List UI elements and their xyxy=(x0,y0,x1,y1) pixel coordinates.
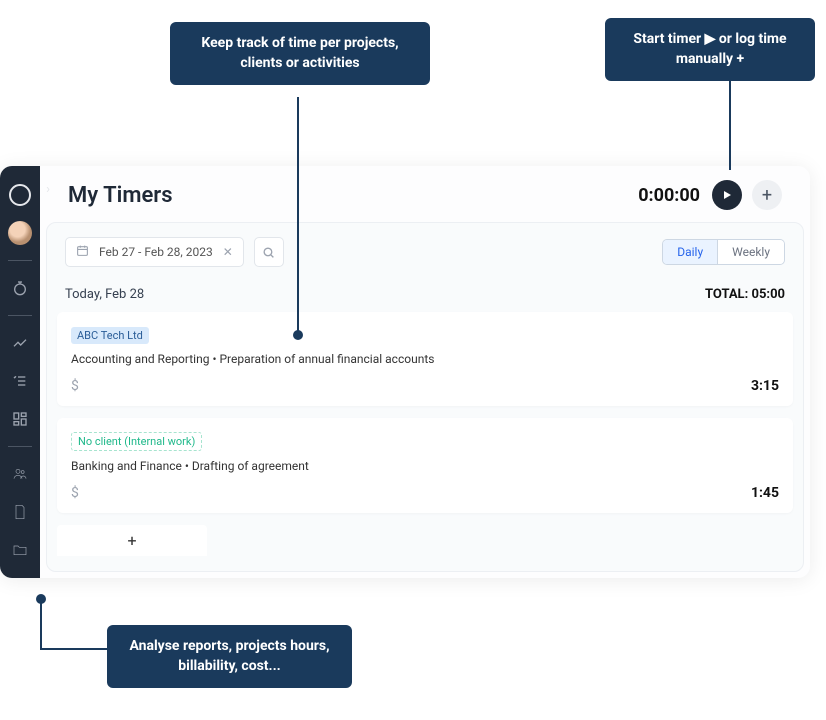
entry-duration: 3:15 xyxy=(751,378,779,394)
day-total: TOTAL: 05:00 xyxy=(705,287,785,302)
annotation-bottom: Analyse reports, projects hours, billabi… xyxy=(107,625,352,688)
add-row-button[interactable]: + xyxy=(57,525,207,556)
anno-line-3v xyxy=(40,598,42,650)
app-window: › My Timers 0:00:00 xyxy=(0,166,810,578)
view-toggle-daily[interactable]: Daily xyxy=(663,240,717,264)
page-title: My Timers xyxy=(68,183,638,208)
date-range-text: Feb 27 - Feb 28, 2023 xyxy=(99,245,213,259)
header: My Timers 0:00:00 + xyxy=(40,166,810,222)
day-header: Today, Feb 28 TOTAL: 05:00 xyxy=(47,281,803,312)
entry-description: Banking and Finance • Drafting of agreem… xyxy=(71,459,779,473)
start-timer-button[interactable] xyxy=(712,180,742,210)
stopwatch-icon xyxy=(12,280,28,296)
clear-date-icon[interactable]: ✕ xyxy=(223,245,233,259)
timer-display: 0:00:00 xyxy=(638,185,700,206)
sidebar-team[interactable] xyxy=(0,457,40,491)
list-check-icon xyxy=(12,373,28,389)
entry-duration: 1:45 xyxy=(751,485,779,501)
day-label: Today, Feb 28 xyxy=(65,287,144,302)
plus-icon: + xyxy=(762,185,772,206)
entry-description: Accounting and Reporting • Preparation o… xyxy=(71,352,779,366)
filter-row: Feb 27 - Feb 28, 2023 ✕ Daily Weekly xyxy=(47,223,803,281)
folder-icon xyxy=(12,542,28,558)
sidebar-list[interactable] xyxy=(0,364,40,398)
chart-line-icon xyxy=(12,335,28,351)
view-toggle-weekly[interactable]: Weekly xyxy=(717,240,784,264)
sidebar: › xyxy=(0,166,40,578)
anno-dot-1 xyxy=(293,330,303,340)
timers-panel: Feb 27 - Feb 28, 2023 ✕ Daily Weekly Tod… xyxy=(46,222,804,572)
anno-line-3h xyxy=(40,648,108,650)
client-tag: ABC Tech Ltd xyxy=(71,327,149,344)
time-entry[interactable]: ABC Tech Ltd Accounting and Reporting • … xyxy=(57,312,793,406)
sidebar-document[interactable] xyxy=(0,495,40,529)
sidebar-timer[interactable] xyxy=(0,271,40,305)
billable-icon[interactable]: $ xyxy=(71,378,79,394)
search-button[interactable] xyxy=(254,237,284,267)
anno-dot-3 xyxy=(36,594,46,604)
time-entry[interactable]: No client (Internal work) Banking and Fi… xyxy=(57,418,793,513)
client-tag: No client (Internal work) xyxy=(71,432,202,451)
add-entry-button[interactable]: + xyxy=(752,180,782,210)
separator xyxy=(8,315,32,316)
view-toggle: Daily Weekly xyxy=(662,239,785,265)
logo[interactable]: › xyxy=(0,178,40,212)
calendar-icon xyxy=(76,244,89,260)
document-icon xyxy=(12,504,28,520)
sidebar-analytics[interactable] xyxy=(0,326,40,360)
annotation-top-left: Keep track of time per projects, clients… xyxy=(170,22,430,85)
search-icon xyxy=(262,246,275,259)
sidebar-dashboard[interactable] xyxy=(0,402,40,436)
main-area: My Timers 0:00:00 + Feb 27 - Feb 28, 202… xyxy=(40,166,810,578)
separator xyxy=(8,446,32,447)
annotation-top-right: Start timer ▶ or log time manually + xyxy=(605,18,815,81)
anno-line-1 xyxy=(297,97,299,334)
grid-icon xyxy=(12,411,28,427)
sidebar-folder[interactable] xyxy=(0,533,40,567)
play-icon xyxy=(721,189,733,201)
entries-list: ABC Tech Ltd Accounting and Reporting • … xyxy=(47,312,803,513)
separator xyxy=(8,260,32,261)
people-icon xyxy=(12,466,28,482)
avatar[interactable] xyxy=(0,216,40,250)
date-range-picker[interactable]: Feb 27 - Feb 28, 2023 ✕ xyxy=(65,237,244,267)
billable-icon[interactable]: $ xyxy=(71,485,79,501)
avatar-icon xyxy=(8,221,32,245)
anno-line-2 xyxy=(729,78,731,170)
